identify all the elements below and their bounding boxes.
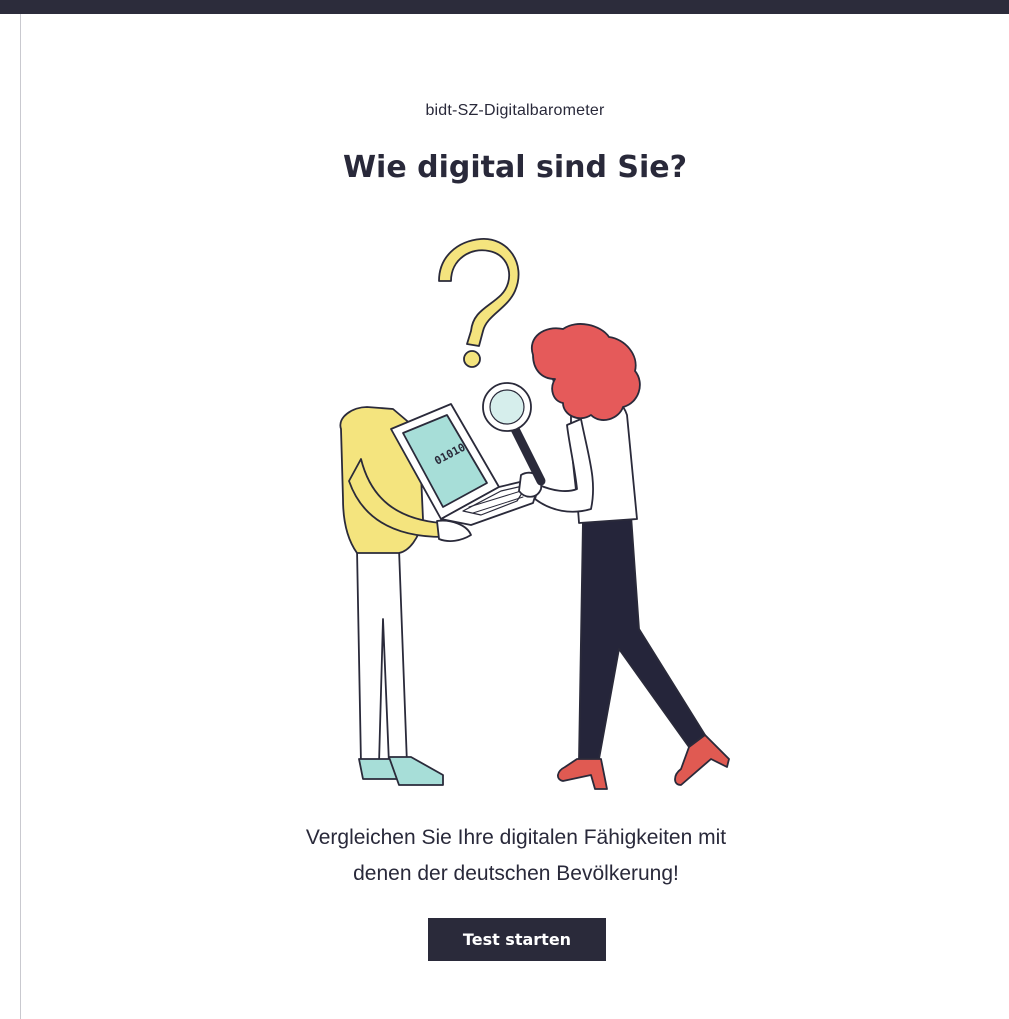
woman-shoe-right xyxy=(674,734,730,786)
main-content: bidt-SZ-Digitalbarometer Wie digital sin… xyxy=(21,14,1009,1019)
question-mark-icon xyxy=(438,238,520,368)
woman-shoe-left xyxy=(557,758,608,790)
eyebrow-label: bidt-SZ-Digitalbarometer xyxy=(425,102,605,119)
top-bar xyxy=(0,0,1009,14)
page-title: Wie digital sind Sie? xyxy=(342,150,688,185)
hero-illustration: 01010 xyxy=(339,238,730,790)
description-line-1: Vergleichen Sie Ihre digitalen Fähigkeit… xyxy=(305,826,727,849)
description-line-2: denen der deutschen Bevölkerung! xyxy=(353,862,679,885)
man-shoe-right xyxy=(388,756,444,786)
woman-hair xyxy=(530,323,641,421)
magnifying-glass-icon xyxy=(482,382,546,486)
start-test-button[interactable]: Test starten xyxy=(428,918,606,961)
description-text: Vergleichen Sie Ihre digitalen Fähigkeit… xyxy=(221,820,811,892)
